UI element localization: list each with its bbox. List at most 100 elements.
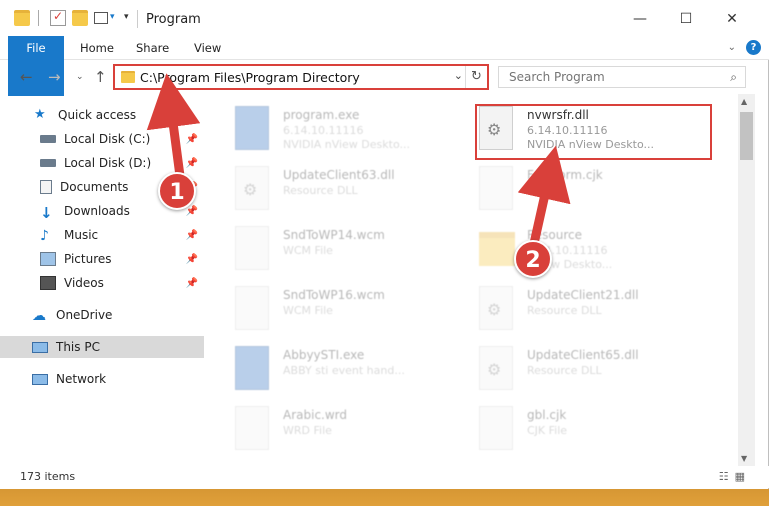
nav-item-label: Local Disk (D:) — [64, 156, 152, 170]
music-icon: ♪ — [40, 228, 49, 244]
network-icon — [32, 373, 48, 385]
file-item[interactable]: ⚙ UpdateClient21.dll Resource DLL — [459, 280, 709, 340]
downloads-icon: ↓ — [40, 204, 53, 222]
gear-icon: ⚙ — [487, 360, 502, 379]
selection-highlight — [475, 104, 712, 160]
view-icon[interactable] — [94, 12, 108, 24]
file-item[interactable]: SndToWP14.wcm WCM File — [215, 220, 465, 280]
file-type: Resource DLL — [283, 184, 358, 197]
pin-icon: 📌 — [185, 253, 198, 265]
maximize-button[interactable]: ☐ — [666, 6, 706, 32]
close-button[interactable]: ✕ — [712, 6, 752, 32]
nav-item-music[interactable]: ♪ Music 📌 — [0, 224, 204, 246]
file-name: UpdateClient21.dll — [527, 288, 639, 302]
file-item[interactable]: gbl.cjk CJK File — [459, 400, 709, 460]
divider — [137, 10, 138, 28]
nav-item-label: Quick access — [58, 108, 137, 122]
file-type: Resource DLL — [527, 364, 602, 377]
scrollbar-thumb[interactable] — [740, 112, 753, 160]
tab-view[interactable]: View — [180, 36, 235, 60]
file-item[interactable]: ⚙ UpdateClient65.dll Resource DLL — [459, 340, 709, 400]
nav-item-quick-access[interactable]: ★ Quick access — [0, 104, 204, 126]
navigation-pane: ★ Quick access Local Disk (C:) 📌 Local D… — [0, 100, 204, 460]
file-icon — [479, 166, 513, 210]
exe-icon — [235, 106, 269, 150]
drive-icon — [40, 135, 56, 143]
back-arrow-icon[interactable]: ← — [20, 68, 33, 86]
address-path[interactable]: C:\Program Files\Program Directory — [140, 70, 360, 85]
scroll-up-icon[interactable]: ▲ — [741, 97, 747, 106]
pin-icon: 📌 — [185, 157, 198, 169]
file-icon — [479, 406, 513, 450]
nav-item-network[interactable]: Network — [0, 368, 204, 390]
file-item[interactable]: ⚙ UpdateClient63.dll Resource DLL — [215, 160, 465, 220]
tab-home[interactable]: Home — [66, 36, 128, 60]
file-name: program.exe — [283, 108, 360, 122]
nav-item-label: Music — [64, 228, 99, 242]
pin-icon: 📌 — [185, 229, 198, 241]
file-item[interactable]: Resource 6.14.10.11116 nView Deskto... — [459, 220, 709, 280]
file-name: SndToWP14.wcm — [283, 228, 385, 242]
scroll-down-icon[interactable]: ▼ — [741, 454, 747, 463]
nav-item-label: Pictures — [64, 252, 112, 266]
chevron-down-icon[interactable]: ▾ — [110, 12, 115, 22]
vertical-scrollbar[interactable]: ▲ ▼ — [738, 94, 755, 466]
chevron-down-icon[interactable]: ⌄ — [728, 42, 736, 53]
file-item[interactable]: Arabic.wrd WRD File — [215, 400, 465, 460]
title-bar: ✓ ▾ ▾ Program — ☐ ✕ — [0, 0, 769, 38]
recent-locations-icon[interactable]: ⌄ — [76, 72, 84, 82]
search-input[interactable] — [499, 67, 709, 87]
file-item[interactable]: Fakeform.cjk — [459, 160, 709, 220]
videos-icon — [40, 276, 56, 290]
large-icons-view-icon[interactable]: ▦ — [735, 470, 751, 483]
details-view-icon[interactable]: ☷ — [719, 470, 735, 483]
file-description: NVIDIA nView Deskto... — [283, 138, 410, 151]
nav-item-local-disk-d[interactable]: Local Disk (D:) 📌 — [0, 152, 204, 174]
file-type: Resource DLL — [527, 304, 602, 317]
status-bar: 173 items ☷▦ — [0, 466, 769, 488]
file-name: UpdateClient63.dll — [283, 168, 395, 182]
help-icon[interactable]: ? — [746, 40, 761, 55]
address-bar[interactable]: C:\Program Files\Program Directory ⌄ ↻ — [113, 64, 489, 90]
explorer-window: ✓ ▾ ▾ Program — ☐ ✕ File Home Share View… — [0, 0, 769, 489]
nav-item-onedrive[interactable]: ☁ OneDrive — [0, 304, 204, 326]
ribbon: File Home Share View ⌄ ? — [0, 36, 769, 96]
search-icon[interactable]: ⌕ — [730, 70, 737, 85]
nav-item-this-pc[interactable]: This PC — [0, 336, 204, 358]
new-folder-icon[interactable] — [72, 10, 88, 26]
file-name: gbl.cjk — [527, 408, 567, 422]
nav-item-label: Local Disk (C:) — [64, 132, 151, 146]
file-description: ABBY sti event hand... — [283, 364, 405, 377]
file-type: WRD File — [283, 424, 332, 437]
file-name: SndToWP16.wcm — [283, 288, 385, 302]
chevron-down-icon[interactable]: ⌄ — [454, 69, 463, 82]
computer-icon — [32, 341, 48, 353]
window-title: Program — [146, 12, 201, 27]
tab-share[interactable]: Share — [122, 36, 183, 60]
step-1-badge: 1 — [158, 172, 196, 210]
forward-arrow-icon[interactable]: → — [48, 68, 61, 86]
minimize-button[interactable]: — — [620, 6, 660, 32]
search-box[interactable]: ⌕ — [498, 66, 746, 88]
file-name: UpdateClient65.dll — [527, 348, 639, 362]
file-icon — [235, 226, 269, 270]
nav-item-pictures[interactable]: Pictures 📌 — [0, 248, 204, 270]
divider — [38, 10, 39, 26]
refresh-icon[interactable]: ↻ — [465, 66, 487, 88]
file-item[interactable]: SndToWP16.wcm WCM File — [215, 280, 465, 340]
properties-icon[interactable]: ✓ — [50, 9, 66, 26]
nav-item-local-disk-c[interactable]: Local Disk (C:) 📌 — [0, 128, 204, 150]
view-toggle[interactable]: ☷▦ — [719, 470, 751, 483]
exe-icon — [235, 346, 269, 390]
up-arrow-icon[interactable]: ↑ — [94, 68, 107, 86]
nav-item-videos[interactable]: Videos 📌 — [0, 272, 204, 294]
file-item[interactable]: AbbyySTI.exe ABBY sti event hand... — [215, 340, 465, 400]
pin-icon: 📌 — [185, 277, 198, 289]
item-count: 173 items — [20, 470, 76, 483]
file-item[interactable]: program.exe 6.14.10.11116 NVIDIA nView D… — [215, 100, 465, 160]
folder-icon — [121, 71, 135, 83]
nav-item-label: Videos — [64, 276, 104, 290]
customize-toolbar-icon[interactable]: ▾ — [124, 12, 129, 22]
step-2-badge: 2 — [514, 240, 552, 278]
documents-icon — [40, 180, 52, 194]
